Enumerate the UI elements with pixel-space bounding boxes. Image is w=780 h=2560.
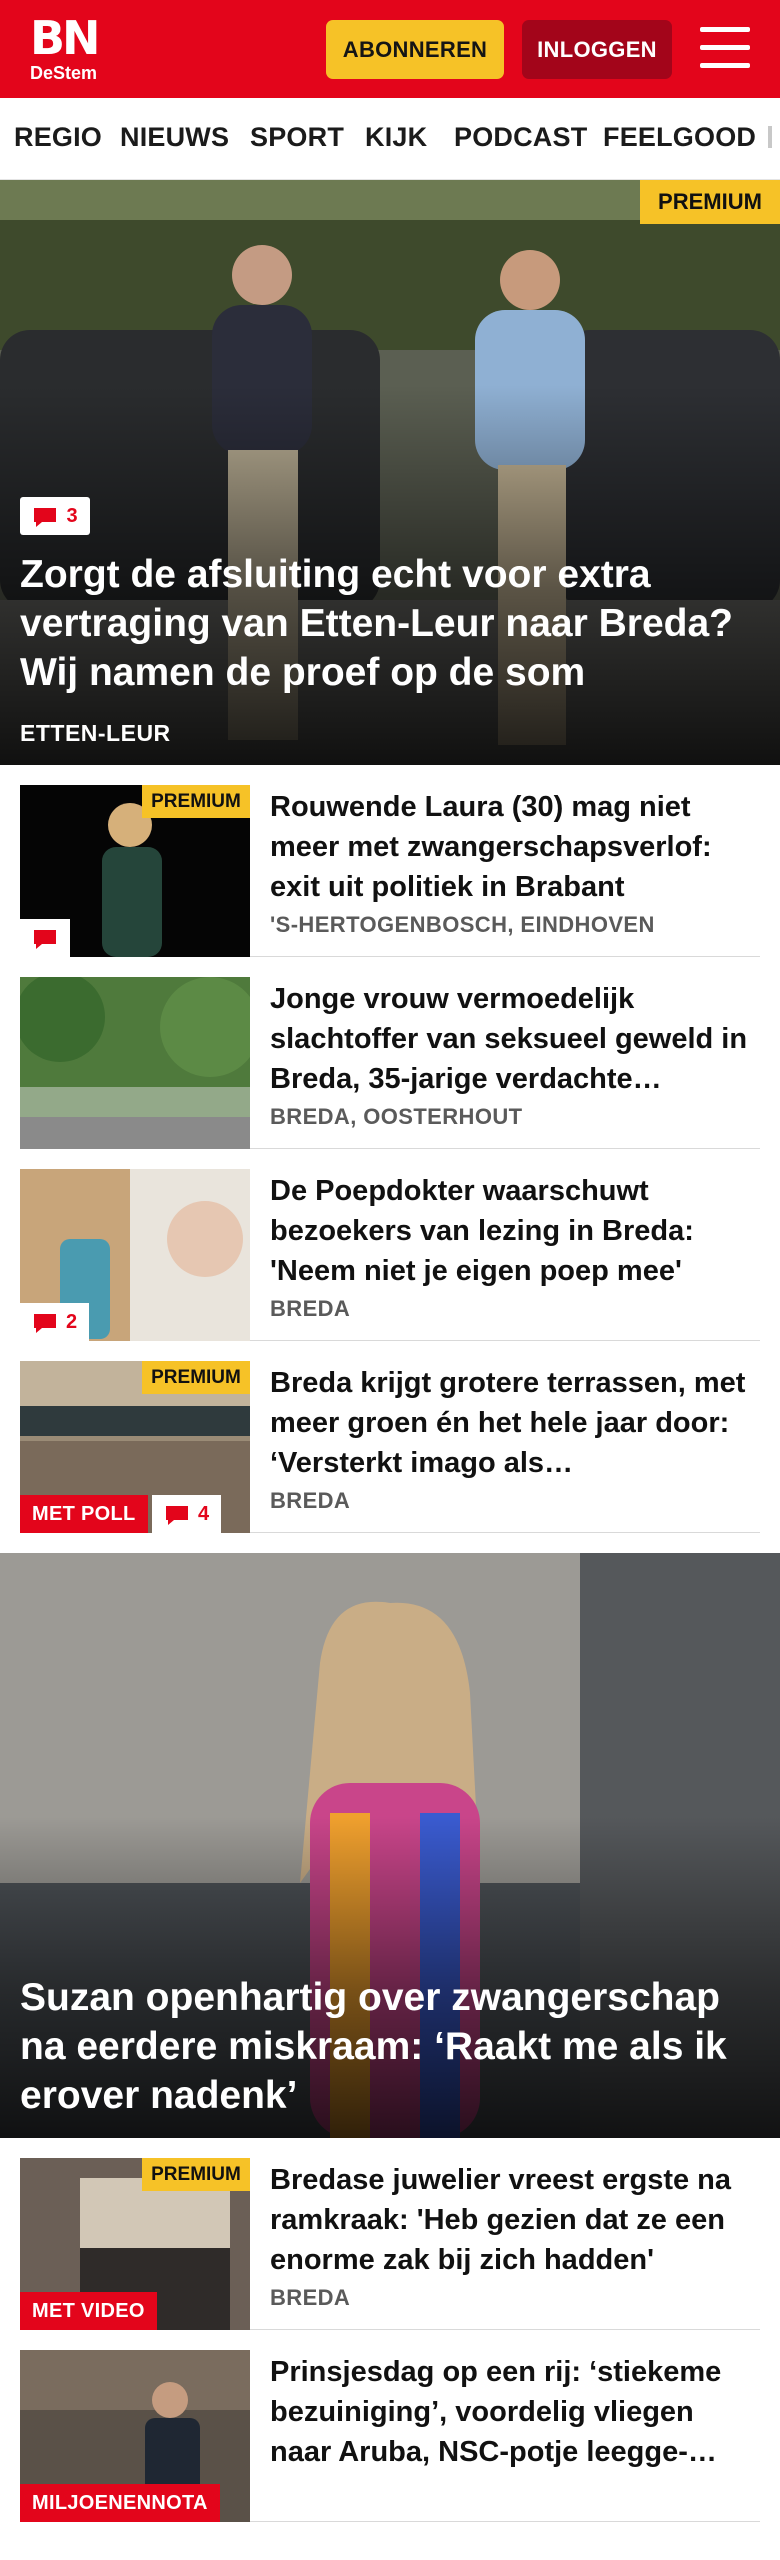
section-nav: REGIO NIEUWS SPORT KIJK PODCAST FEELGOOD [0,98,780,180]
article-thumbnail[interactable]: PREMIUM [20,785,250,957]
poll-badge: MET POLL [20,1495,148,1533]
article-location: BREDA, OOSTERHOUT [270,1104,523,1129]
nav-item-nieuws[interactable]: NIEUWS [120,122,229,153]
video-badge: MET VIDEO [20,2292,157,2330]
article-thumbnail[interactable]: PREMIUM MET VIDEO [20,2158,250,2330]
thumbnail-image [20,977,250,1149]
comment-count[interactable]: 2 [20,1303,90,1341]
article-thumbnail[interactable] [20,977,250,1149]
premium-badge: PREMIUM [640,180,780,224]
premium-badge: PREMIUM [142,785,250,818]
nav-item-podcast[interactable]: PODCAST [454,122,587,153]
login-button[interactable]: INLOGGEN [522,20,672,79]
nav-item-sport[interactable]: SPORT [250,122,344,153]
list-item[interactable]: PREMIUM MET POLL 4 Breda krijgt grotere … [20,1341,760,1533]
comment-count-value: 4 [198,1502,210,1525]
premium-badge: PREMIUM [142,1361,250,1394]
article-location: BREDA [270,2285,351,2310]
comment-count[interactable]: 3 [20,497,90,535]
premium-badge: PREMIUM [142,2158,250,2191]
feature-article[interactable]: Suzan openhartig over zwangerschap na ee… [0,1553,780,2138]
article-title[interactable]: Prinsjesdag op een rij: ‘stiekeme bezuin… [270,2352,760,2472]
comment-count[interactable]: 4 [152,1495,222,1533]
article-location: 'S-HERTOGENBOSCH, EINDHOVEN [270,912,655,937]
list-item[interactable]: PREMIUM Rouwende Laura (30) mag niet mee… [20,765,760,957]
comment-bubble-icon [32,928,58,949]
article-thumbnail[interactable]: 2 [20,1169,250,1341]
article-title[interactable]: De Poepdokter waarschuwt bezoekers van l… [270,1171,760,1291]
nav-item-kijk[interactable]: KIJK [365,122,427,153]
comment-bubble-icon [32,506,58,527]
article-location: BREDA [270,1296,351,1321]
site-header: BN DeStem ABONNEREN INLOGGEN [0,0,780,98]
comment-count-value: 3 [66,504,78,527]
list-item[interactable]: Jonge vrouw vermoedelijk slachtoffer van… [20,957,760,1149]
hero-title[interactable]: Zorgt de afsluiting echt voor extra vert… [20,550,770,697]
hamburger-menu-icon[interactable] [700,27,750,69]
nav-item-regio[interactable]: REGIO [14,122,102,153]
list-item[interactable]: MILJOENENNOTA Prinsjesdag op een rij: ‘s… [20,2330,760,2522]
article-title[interactable]: Breda krijgt grotere terrassen, met meer… [270,1363,760,1483]
comment-bubble-icon [164,1504,190,1525]
hero-article[interactable]: PREMIUM 3 Zorgt de afsluiting echt voor … [0,180,780,765]
article-thumbnail[interactable]: PREMIUM MET POLL 4 [20,1361,250,1533]
feature-title[interactable]: Suzan openhartig over zwangerschap na ee… [20,1973,770,2120]
comment-count-value: 2 [66,1310,78,1333]
subscribe-button[interactable]: ABONNEREN [326,20,504,79]
comment-count[interactable] [20,919,70,957]
category-badge: MILJOENENNOTA [20,2484,220,2522]
nav-overflow-divider [768,126,772,148]
nav-item-feelgood[interactable]: FEELGOOD [603,122,756,153]
list-item[interactable]: PREMIUM MET VIDEO Bredase juwelier vrees… [20,2138,760,2330]
site-logo[interactable]: BN DeStem [30,14,120,86]
article-title[interactable]: Bredase juwelier vreest ergste na ramkra… [270,2160,760,2280]
article-location: BREDA [270,1488,351,1513]
hero-location: ETTEN-LEUR [20,720,171,746]
article-title[interactable]: Rouwende Laura (30) mag niet meer met zw… [270,787,760,907]
logo-subtitle: DeStem [30,63,98,83]
comment-bubble-icon [32,1312,58,1333]
article-title[interactable]: Jonge vrouw vermoedelijk slachtoffer van… [270,979,760,1099]
logo-bn: BN [30,11,101,65]
list-item[interactable]: 2 De Poepdokter waarschuwt bezoekers van… [20,1149,760,1341]
article-thumbnail[interactable]: MILJOENENNOTA [20,2350,250,2522]
